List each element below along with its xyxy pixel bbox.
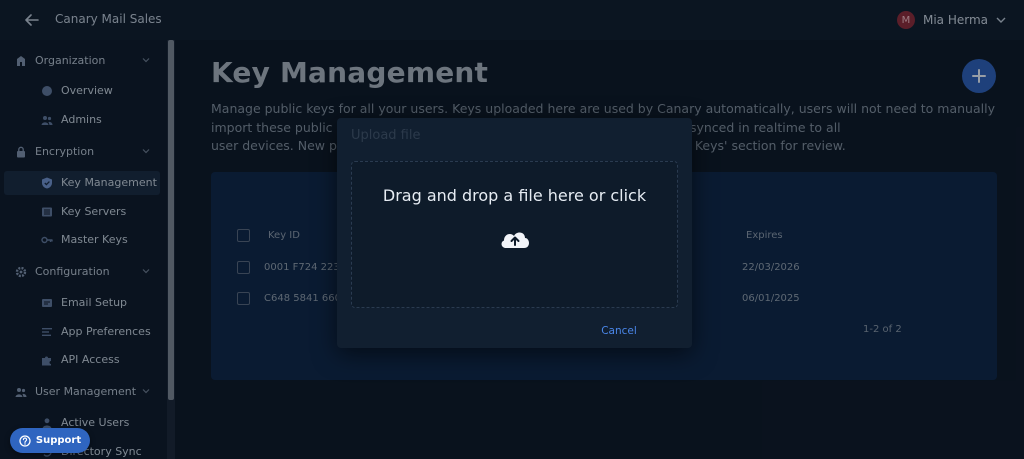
cancel-button[interactable]: Cancel: [595, 322, 643, 340]
support-button[interactable]: Support: [10, 428, 90, 453]
upload-file-dialog: Upload file Drag and drop a file here or…: [337, 118, 692, 348]
dialog-title: Upload file: [351, 128, 421, 143]
help-circle-icon: [19, 434, 31, 447]
file-dropzone[interactable]: Drag and drop a file here or click: [351, 161, 678, 308]
dropzone-text: Drag and drop a file here or click: [382, 186, 647, 205]
support-label: Support: [35, 435, 82, 446]
cloud-upload-icon: [501, 232, 529, 248]
